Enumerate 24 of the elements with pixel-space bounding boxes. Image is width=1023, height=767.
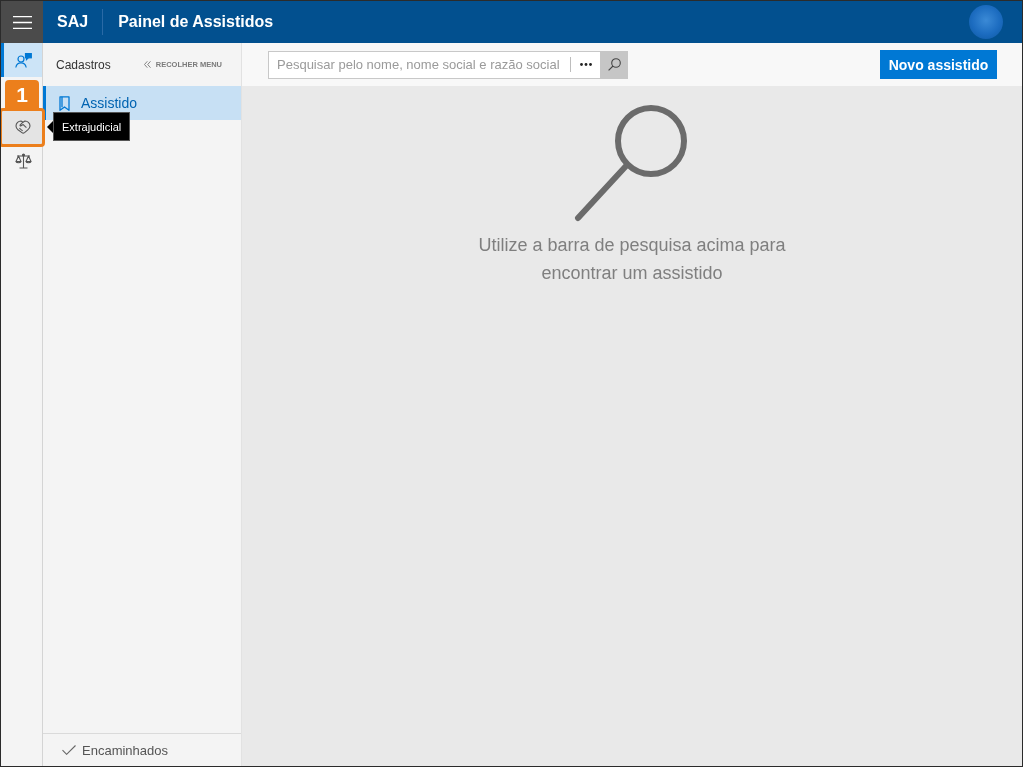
tooltip: Extrajudicial: [47, 112, 131, 141]
more-options-button[interactable]: [571, 50, 600, 79]
search-field[interactable]: Pesquisar pelo nome, nome social e razão social: [268, 50, 570, 79]
new-client-button[interactable]: Novo assistido: [880, 50, 997, 79]
menu-button[interactable]: [1, 1, 43, 43]
menu-icon: [12, 15, 32, 29]
panel-menu-item[interactable]: Assistido: [43, 86, 241, 120]
callout-number: 1: [5, 80, 39, 110]
panel-heading: Cadastros: [56, 57, 111, 72]
magnifier-icon: [574, 104, 690, 222]
avatar[interactable]: [969, 5, 1003, 39]
search-button[interactable]: [600, 50, 628, 79]
search-icon: [607, 58, 621, 71]
empty-state-message: Utilize a barra de pesquisa acima para encontrar um assistido: [477, 234, 787, 285]
check-icon: [62, 745, 76, 755]
scales-icon: [14, 153, 32, 169]
handshake-icon: [15, 120, 31, 134]
bookmark-icon: [59, 95, 70, 111]
more-icon: [579, 63, 592, 66]
page-title: Painel de Assistidos: [118, 13, 274, 31]
forwarded-item[interactable]: Encaminhados: [43, 733, 241, 766]
double-chevron-left-icon: [143, 61, 151, 68]
person-chat-icon: [14, 52, 32, 68]
app-name: SAJ: [57, 13, 89, 31]
